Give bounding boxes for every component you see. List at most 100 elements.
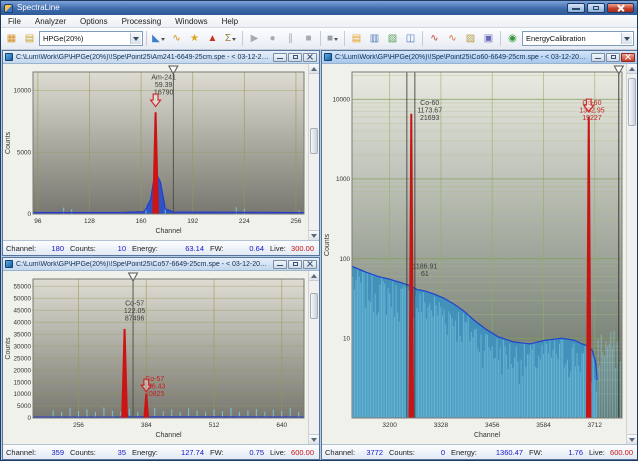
dropdown-arrow-icon[interactable] [334,38,338,43]
svg-text:96: 96 [34,218,42,225]
co57-close-button[interactable] [303,260,317,269]
svg-text:Channel: Channel [155,432,182,439]
am241-maximize-button[interactable] [288,53,302,62]
menu-item-processing[interactable]: Processing [115,15,169,27]
nuclide-mark-icon[interactable]: ▲ [204,30,221,47]
calibration-icon-glyph: ◉ [508,33,517,44]
co60-maximize-button[interactable] [606,53,620,62]
peak-search-icon-glyph: ∿ [172,33,180,44]
detector-combo[interactable]: HPGe(20%) [39,31,143,46]
energy-value: 127.74 [181,448,204,457]
svg-text:5000: 5000 [17,149,32,156]
fit-peak-icon[interactable]: ∿ [444,30,461,47]
dropdown-arrow-icon[interactable] [232,38,236,43]
co57-maximize-button[interactable] [288,260,302,269]
scroll-down-icon[interactable] [309,230,319,240]
combo-arrow-icon[interactable] [130,33,141,44]
stop-icon-glyph: ■ [305,33,311,44]
scroll-up-icon[interactable] [309,64,319,74]
am241-minimize-button[interactable] [273,53,287,62]
svg-text:25000: 25000 [13,355,31,362]
co57-vertical-scrollbar[interactable] [308,271,319,444]
pause-icon: ∥ [282,30,299,47]
toolbar-separator [320,31,321,46]
svg-text:50000: 50000 [13,295,31,302]
am241-vertical-scrollbar[interactable] [308,64,319,240]
scroll-down-icon[interactable] [627,434,637,444]
scroll-down-icon[interactable] [309,434,319,444]
spectra-tree-icon-glyph: ▦ [7,33,16,44]
peak-search-icon[interactable]: ∿ [168,30,185,47]
scroll-thumb[interactable] [310,293,318,319]
live-value: 600.00 [610,448,633,457]
scroll-thumb[interactable] [628,78,636,126]
menubar: FileAnalyzerOptionsProcessingWindowsHelp [1,15,637,28]
menu-item-options[interactable]: Options [73,15,115,27]
fw-value: 0.75 [249,448,264,457]
co57-titlebar[interactable]: C:\Lum\Work\GP\HPGe(20%)\!Spe\Point25\Co… [3,258,319,271]
open-spectrum-icon[interactable]: ▤ [348,30,365,47]
menu-item-help[interactable]: Help [215,15,245,27]
dropdown-arrow-icon[interactable] [161,38,165,43]
peak-area-icon-glyph: ★ [190,33,199,44]
am241-chart[interactable]: Am-24159.391679096128160192224256Channel… [3,64,319,240]
minimize-button[interactable] [567,3,585,13]
energy-label: Energy: [451,448,477,457]
spectra-tree-icon[interactable]: ▦ [3,30,20,47]
scroll-up-icon[interactable] [627,64,637,74]
channel-label: Channel: [6,244,36,253]
am241-close-button[interactable] [303,53,317,62]
svg-text:15000: 15000 [13,379,31,386]
co60-chart[interactable]: Co-601173.6721693Co-601332.95192271186.9… [322,64,637,444]
co57-chart[interactable]: Co-57122.0587496Co-57136.431082525638451… [3,271,319,444]
combo-arrow-icon[interactable] [621,33,632,44]
counts-value: 35 [118,448,126,457]
detector-list-icon[interactable]: ▤ [21,30,38,47]
svg-text:30000: 30000 [13,343,31,350]
svg-text:3584: 3584 [536,422,551,429]
peak-area-icon[interactable]: ★ [186,30,203,47]
co60-minimize-button[interactable] [591,53,605,62]
app-titlebar[interactable]: SpectraLine [1,1,637,15]
scroll-up-icon[interactable] [309,271,319,281]
fw-value: 1.76 [568,448,583,457]
co60-vertical-scrollbar[interactable] [626,64,637,444]
spectrum-window-am241: C:\Lum\Work\GP\HPGe(20%)\!Spe\Point25\Am… [2,50,320,256]
svg-text:Co-57122.0587496: Co-57122.0587496 [124,300,146,322]
copy-icon[interactable]: ◫ [402,30,419,47]
svg-text:256: 256 [291,218,302,225]
calibration-combo[interactable]: EnergyCalibration [522,31,634,46]
calibration-combo-value: EnergyCalibration [526,34,586,43]
co60-titlebar[interactable]: C:\Lum\Work\GP\HPGe(20%)\!Spe\Point25\Co… [322,51,637,64]
svg-text:Co-601173.6721693: Co-601173.6721693 [417,100,442,122]
fw-label: FW: [210,448,224,457]
menu-item-windows[interactable]: Windows [168,15,214,27]
save-spectrum-icon[interactable]: ▥ [366,30,383,47]
am241-titlebar[interactable]: C:\Lum\Work\GP\HPGe(20%)\!Spe\Point25\Am… [3,51,319,64]
svg-text:192: 192 [187,218,198,225]
svg-text:Channel: Channel [155,228,182,235]
statistics-icon[interactable]: Σ [222,30,239,47]
erase-icon-glyph: ▨ [466,33,475,44]
calibration-icon[interactable]: ◉ [504,30,521,47]
smooth-icon[interactable]: ◣ [150,30,167,47]
svg-text:Counts: Counts [5,337,12,360]
co60-close-button[interactable] [621,53,635,62]
record-icon: ● [264,30,281,47]
mark-peak-icon[interactable]: ∿ [426,30,443,47]
panel-icon[interactable]: ▣ [480,30,497,47]
menu-item-file[interactable]: File [1,15,28,27]
erase-icon[interactable]: ▨ [462,30,479,47]
co57-minimize-button[interactable] [273,260,287,269]
menu-item-analyzer[interactable]: Analyzer [28,15,73,27]
toolbar: ▦▤HPGe(20%)◣∿★▲Σ▶●∥■■▤▥▧◫∿∿▨▣◉EnergyCali… [1,28,637,50]
scroll-thumb[interactable] [310,128,318,154]
counts-value: 10 [118,244,126,253]
close-button[interactable] [607,3,634,13]
svg-text:45000: 45000 [13,307,31,314]
svg-text:0: 0 [27,211,31,218]
energy-label: Energy: [132,244,158,253]
report-icon[interactable]: ▧ [384,30,401,47]
maximize-button[interactable] [587,3,605,13]
app-icon [4,4,13,13]
